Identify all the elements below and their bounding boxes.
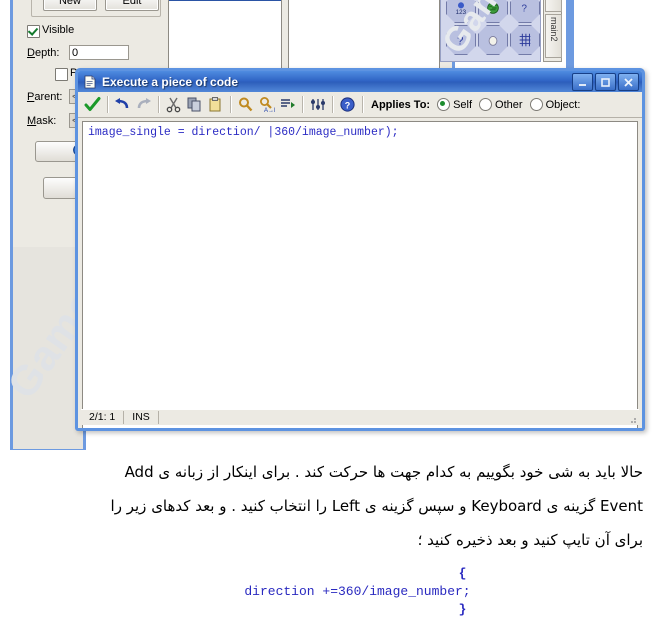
undo-icon[interactable]	[112, 94, 133, 115]
code-line: image_single = direction/ |360/image_num…	[88, 126, 399, 139]
toolbar-separator	[332, 96, 333, 113]
toolbar-separator	[107, 96, 108, 113]
replace-icon[interactable]: A→B	[256, 94, 277, 115]
code-snippet: { direction +=360/image_number; }	[0, 565, 655, 619]
applies-to-object-option[interactable]: Object:	[529, 98, 581, 111]
palette-tab-label: main2	[549, 17, 559, 42]
palette-tab-main1[interactable]: main1	[545, 0, 562, 12]
applies-to-self-option[interactable]: Self	[437, 98, 472, 111]
persistent-checkbox[interactable]	[55, 68, 68, 81]
new-sprite-button[interactable]: New	[43, 0, 97, 11]
goto-line-icon[interactable]	[277, 94, 298, 115]
instructions-line-1: حالا باید به شی خود بگوییم به کدام جهت ه…	[124, 463, 643, 481]
resize-grip-icon[interactable]	[627, 414, 637, 424]
depth-field[interactable]: 0	[69, 45, 129, 60]
depth-label: Depth:	[27, 47, 60, 59]
window-titlebar[interactable]: Execute a piece of code	[78, 71, 642, 92]
edit-sprite-button[interactable]: Edit	[105, 0, 159, 11]
radio-self[interactable]	[437, 98, 451, 111]
applies-to-label: Applies To:	[371, 98, 431, 111]
svg-text:?: ?	[521, 4, 527, 15]
applies-to-self-label: Self	[453, 98, 473, 111]
find-icon[interactable]	[235, 94, 256, 115]
execute-code-window: Execute a piece of code A→ ? Applies To:…	[75, 68, 645, 431]
maximize-button[interactable]	[595, 73, 616, 91]
confirm-check-icon[interactable]	[82, 94, 103, 115]
radio-other[interactable]	[479, 98, 493, 111]
applies-to-other-option[interactable]: Other	[479, 98, 523, 111]
grid-icon[interactable]	[510, 25, 540, 55]
toolbar-separator	[230, 96, 231, 113]
minimize-button[interactable]	[572, 73, 593, 91]
event-row-step[interactable]: Step	[169, 0, 281, 1]
instructions-line-3: برای آن تایپ کنید و بعد ذخیره کنید ؛	[417, 531, 643, 549]
snippet-code-line: direction +=360/image_number;	[244, 584, 471, 599]
code-text-editor[interactable]: image_single = direction/ |360/image_num…	[82, 121, 638, 428]
applies-to-other-label: Other	[495, 98, 523, 111]
mask-label: Mask:	[27, 115, 57, 127]
applies-to-object-label: Object:	[545, 98, 581, 111]
code-document-icon	[84, 75, 96, 88]
palette-tab-strip[interactable]: main1 main2	[543, 0, 562, 62]
window-controls[interactable]	[572, 73, 639, 91]
toolbar-separator	[302, 96, 303, 113]
parent-label: Parent:	[27, 91, 63, 103]
visible-checkbox[interactable]	[27, 25, 40, 38]
toolbar-separator	[158, 96, 159, 113]
toolbar-separator	[362, 96, 363, 113]
caret-position: 2/1: 1	[81, 411, 125, 424]
close-button[interactable]	[618, 73, 639, 91]
paste-icon[interactable]	[205, 94, 226, 115]
visible-label: Visible	[42, 24, 75, 36]
radio-object[interactable]	[529, 98, 543, 111]
insert-mode-indicator: INS	[124, 411, 159, 424]
status-bar: 2/1: 1 INS	[81, 409, 639, 425]
snippet-close-brace: }	[458, 602, 467, 617]
svg-text:A→B: A→B	[264, 108, 275, 113]
cut-icon[interactable]	[163, 94, 184, 115]
svg-text:?: ?	[345, 100, 351, 110]
code-toolbar[interactable]: A→B ? Applies To: Self Other Object:	[78, 92, 642, 118]
window-title: Execute a piece of code	[102, 74, 239, 89]
help-icon[interactable]: ?	[337, 94, 358, 115]
instructions-line-2: Event گزینه ی Keyboard و سپس گزینه ی Lef…	[110, 497, 643, 515]
sort-icon[interactable]	[307, 94, 328, 115]
snippet-open-brace: {	[458, 566, 467, 581]
palette-tab-main2[interactable]: main2	[545, 14, 562, 58]
instructions-text: حالا باید به شی خود بگوییم به کدام جهت ه…	[0, 455, 655, 557]
copy-icon[interactable]	[184, 94, 205, 115]
redo-icon[interactable]	[133, 94, 154, 115]
test-question-icon[interactable]: ?	[510, 0, 540, 23]
